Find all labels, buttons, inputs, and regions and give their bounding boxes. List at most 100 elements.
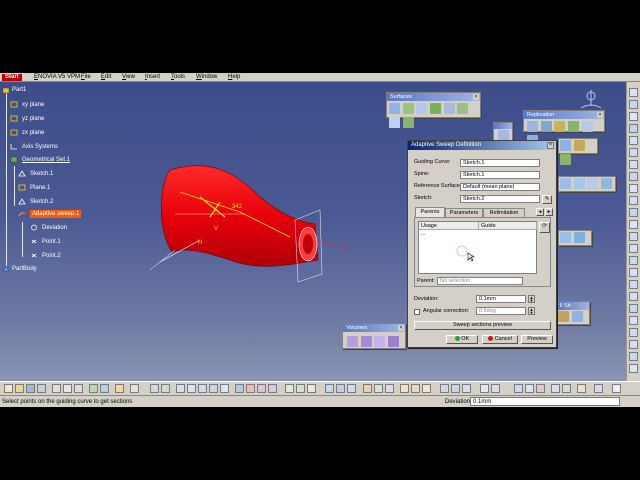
new-icon[interactable] [4,384,13,393]
tree-deviation[interactable]: Deviation [42,224,67,232]
parent-field[interactable]: No selection [437,277,523,285]
point-tool-icon[interactable] [629,100,638,109]
catalog-icon[interactable] [385,384,394,393]
undo-icon[interactable] [89,384,98,393]
extrapolate-icon[interactable] [629,316,638,325]
tab-parameters[interactable]: Parameters [445,208,483,217]
split-icon[interactable] [629,220,638,229]
guide-column-header[interactable]: Guide [479,222,537,230]
spline-tool-icon[interactable] [629,172,638,181]
whats-this-icon[interactable] [115,384,124,393]
fly-mode-icon[interactable] [296,384,305,393]
angular-correction-field[interactable]: 0.5deg [476,307,526,315]
menu-view[interactable]: View [122,74,135,81]
deviation-spinner[interactable]: ▲ ▼ [528,295,535,303]
tree-point2[interactable]: Point.2 [42,252,61,260]
render-icon[interactable] [514,384,523,393]
line-tool-icon[interactable] [629,112,638,121]
menu-tools[interactable]: Tools [171,74,185,81]
analysis-icon[interactable] [594,384,603,393]
menu-help[interactable]: Help [228,74,240,81]
points-planes-repetition-icon[interactable] [554,121,566,132]
replication-toolbar[interactable]: Replication × [523,110,605,146]
tree-xy-plane[interactable]: xy plane [22,101,44,109]
close-surface-icon[interactable] [388,336,400,347]
measure-icon[interactable] [629,340,638,349]
helix-icon[interactable] [629,184,638,193]
tree-point1[interactable]: Point.1 [42,238,61,246]
fit-all-icon[interactable] [161,384,170,393]
environment-icon[interactable] [551,384,560,393]
rotate-icon[interactable] [629,268,638,277]
formula-icon[interactable] [629,352,638,361]
extrude-surface-icon[interactable] [389,103,400,114]
volume-extrude-icon[interactable] [347,336,358,347]
polyline-icon[interactable] [629,196,638,205]
small-toolbar[interactable] [493,122,513,142]
isometric-view-icon[interactable] [235,384,244,393]
menu-window[interactable]: Window [196,74,217,81]
snap-icon[interactable] [363,384,372,393]
heal-icon[interactable] [573,140,585,151]
angular-correction-spinner[interactable]: ▲ ▼ [528,307,535,315]
tree-sketch2[interactable]: Sketch.2 [30,198,53,206]
adaptive-sweep-surface[interactable]: 342 H V [140,152,370,302]
revolve-surface-icon[interactable] [402,103,414,114]
analysis-toolbar[interactable] [558,230,592,246]
curvature-icon[interactable] [573,232,585,243]
formula-icon[interactable] [150,384,159,393]
shape-toolbar[interactable]: ll Sh [556,301,590,325]
knowledge-icon[interactable] [130,384,139,393]
menu-edit[interactable]: Edit [101,74,111,81]
start-menu-button[interactable]: Start [2,74,22,81]
tree-geometrical-set[interactable]: Geometrical Set.1 [22,156,70,164]
zoom-out-icon[interactable] [209,384,218,393]
tab-scroll-left-icon[interactable]: ◂ [536,208,544,216]
datum-icon[interactable] [491,384,500,393]
blend-icon[interactable] [402,117,414,128]
reference-surface-field[interactable]: Default (mean plane) [460,183,540,191]
menu-enovia[interactable]: ENOVIA V5 VPM [34,74,80,81]
swap-visible-space-icon[interactable] [268,384,277,393]
copy-icon[interactable] [63,384,72,393]
surfaces-toolbar[interactable]: Surfaces × [386,92,481,128]
lighting-icon[interactable] [525,384,534,393]
menu-insert[interactable]: Insert [145,74,160,81]
zoom-in-icon[interactable] [198,384,207,393]
scaling-icon[interactable] [629,292,638,301]
tree-plane1[interactable]: Plane.1 [30,184,50,192]
pan-icon[interactable] [176,384,185,393]
compass-icon[interactable] [578,88,604,112]
insert-set-icon[interactable] [451,384,460,393]
trim-icon[interactable] [629,232,638,241]
ordered-set-icon[interactable] [462,384,471,393]
circle-tool-icon[interactable] [629,160,638,169]
measure-icon[interactable] [307,384,316,393]
spine-field[interactable]: Sketch.1 [460,171,540,179]
edit-sketch-icon[interactable]: ✎ [542,195,552,204]
reference-icon[interactable] [480,384,489,393]
connect-checker-icon[interactable] [560,232,571,243]
manual-update-icon[interactable] [411,384,420,393]
tree-adaptive-sweep[interactable]: Adaptive sweep.1 [30,210,82,218]
volume-sweep-icon[interactable] [374,336,386,347]
fill-icon[interactable] [457,103,469,114]
guiding-curve-field[interactable]: Sketch.1 [460,159,540,167]
join-icon[interactable] [560,140,571,151]
close-icon[interactable]: × [473,94,479,100]
tree-partbody[interactable]: PartBody [12,265,37,273]
work-on-support-icon[interactable] [347,384,356,393]
operations-toolbar[interactable] [558,138,598,165]
sketch-field[interactable]: Sketch.2 [460,195,540,203]
rotate-view-icon[interactable] [187,384,196,393]
preview-button[interactable]: Preview [521,335,553,344]
apply-material-icon[interactable] [422,384,431,393]
extract-icon[interactable] [629,208,638,217]
usage-column-header[interactable]: Usage [419,222,479,230]
sweep-icon[interactable] [443,103,455,114]
cut-icon[interactable] [52,384,61,393]
fillet-icon[interactable] [629,244,638,253]
tree-part1[interactable]: Part1 [12,86,26,94]
planes-between-icon[interactable] [568,121,580,132]
sketcher-icon[interactable] [629,88,638,97]
